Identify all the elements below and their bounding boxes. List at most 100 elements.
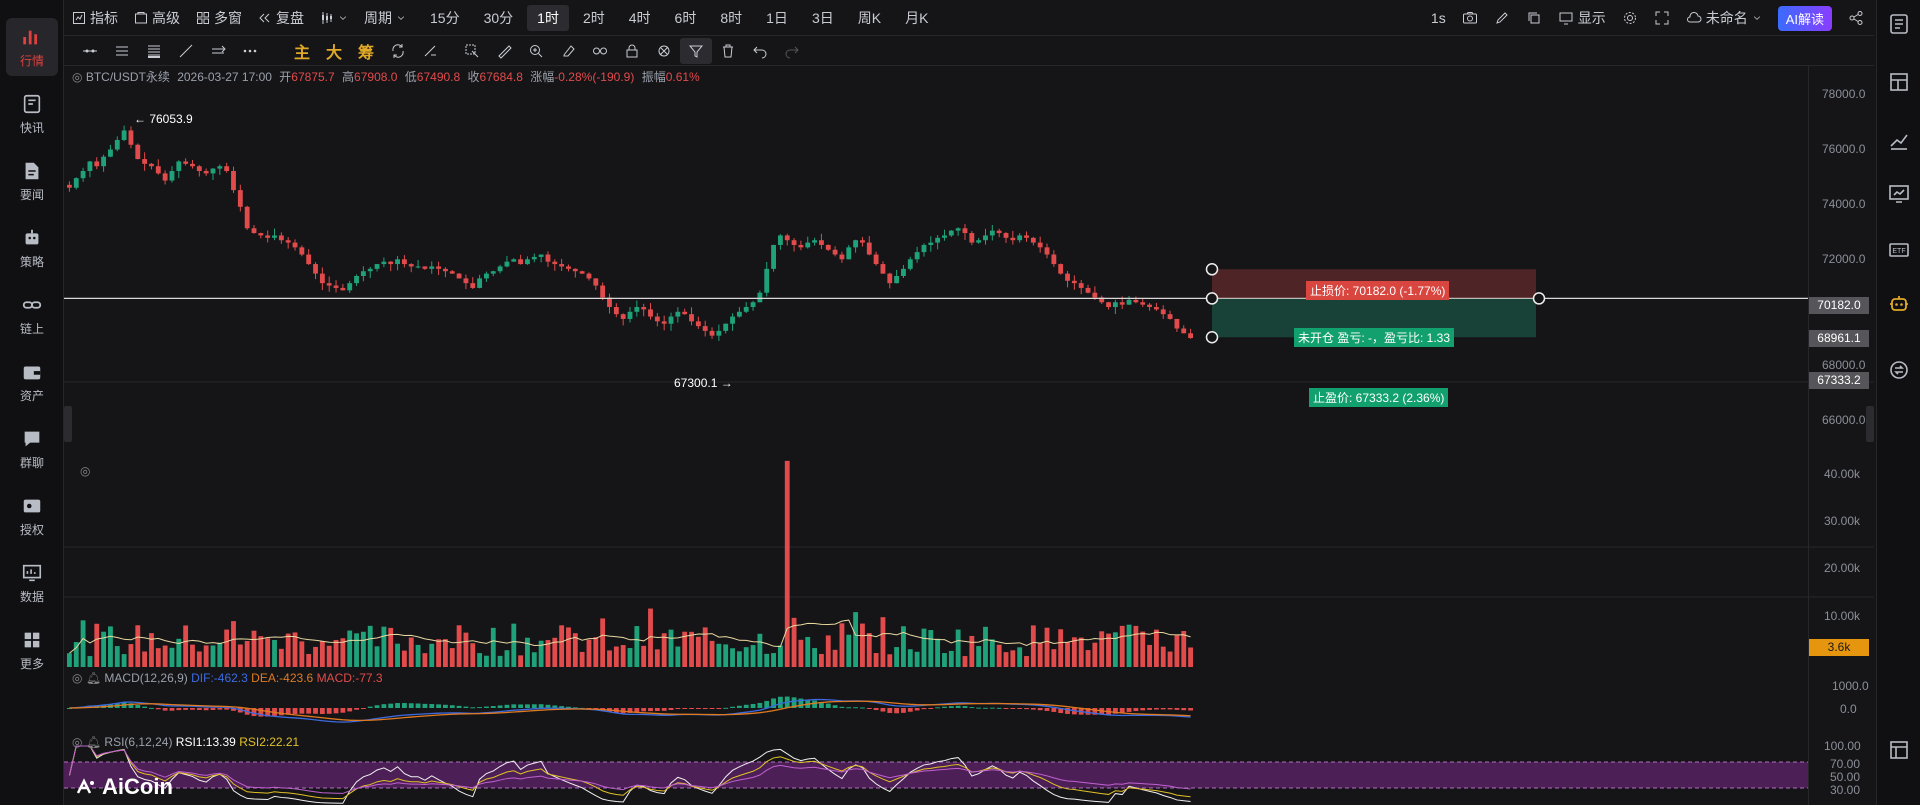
sidebar-item-bar-chart[interactable]: 行情 <box>6 18 58 76</box>
candle <box>866 242 872 255</box>
refresh-rate[interactable]: 1s <box>1431 10 1446 26</box>
bot-icon[interactable] <box>1887 292 1911 316</box>
sidebar-item-robot[interactable]: 策略 <box>6 219 58 277</box>
interval-tab[interactable]: 4时 <box>619 5 661 31</box>
magnet-brush-icon[interactable] <box>414 38 446 64</box>
copy-icon[interactable] <box>1526 10 1542 26</box>
layout-icon[interactable] <box>1887 70 1911 94</box>
volume-bar <box>108 626 113 667</box>
chart-type-button[interactable] <box>312 5 356 31</box>
magnet-icon[interactable] <box>648 38 680 64</box>
macd-histogram-bar <box>736 705 742 708</box>
channel-tool-icon[interactable] <box>202 38 234 64</box>
sidebar-item-document[interactable]: 要闻 <box>6 152 58 210</box>
volume-bar <box>436 639 441 667</box>
interval-tab[interactable]: 1日 <box>756 5 798 31</box>
display-button[interactable]: 显示 <box>1558 8 1606 28</box>
macd-histogram-bar <box>196 708 202 711</box>
interval-tab[interactable]: 2时 <box>573 5 615 31</box>
stop-loss-price-tag: 70182.0 <box>1809 297 1869 314</box>
camera-icon[interactable] <box>1462 10 1478 26</box>
candle <box>743 307 749 312</box>
lock-icon[interactable] <box>616 38 648 64</box>
trash-icon[interactable] <box>712 38 744 64</box>
candle <box>1085 287 1091 293</box>
macd-histogram-bar <box>395 703 400 708</box>
sidebar-item-wallet[interactable]: 资产 <box>6 353 58 411</box>
horizontal-line-tool-icon[interactable] <box>74 38 106 64</box>
interval-tab[interactable]: 6时 <box>665 5 707 31</box>
volume-bar <box>1133 625 1139 667</box>
link-icon[interactable] <box>584 38 616 64</box>
redo-icon[interactable] <box>776 38 808 64</box>
etf-icon[interactable]: ETF <box>1887 238 1911 262</box>
chart-canvas[interactable] <box>64 66 1874 805</box>
chips-button[interactable]: 筹 <box>350 38 382 64</box>
eye-icon[interactable]: ◎ <box>72 735 82 749</box>
volume-bar <box>1188 647 1193 667</box>
eye-icon[interactable]: ◎ <box>72 671 82 685</box>
settings-icon[interactable] <box>1622 10 1638 26</box>
position-label[interactable]: 未开仓 盈亏: -，盈亏比: 1.33 <box>1294 328 1455 347</box>
sidebar-item-news-flash[interactable]: 快讯 <box>6 85 58 143</box>
volume-bar <box>566 627 571 667</box>
chart-area[interactable]: ◎ BTC/USDT永续 2026-03-27 17:00 开67875.7 高… <box>64 66 1874 805</box>
bell-icon[interactable]: 🔔︎ <box>86 671 101 685</box>
parallel-lines-tool-icon[interactable] <box>106 38 138 64</box>
zoom-icon[interactable] <box>520 38 552 64</box>
news-flash-icon <box>23 94 41 113</box>
ruler-icon[interactable] <box>488 38 520 64</box>
multiwindow-button[interactable]: 多窗 <box>188 5 250 31</box>
price-axis[interactable] <box>1808 66 1874 805</box>
exchange-icon[interactable] <box>1887 358 1911 382</box>
eraser-icon[interactable] <box>552 38 584 64</box>
interval-tab[interactable]: 月K <box>895 5 938 31</box>
layout-dropdown[interactable]: 未命名 <box>1686 8 1762 28</box>
share-icon[interactable] <box>1848 10 1864 26</box>
sidebar-item-grid[interactable]: 更多 <box>6 621 58 679</box>
eye-icon[interactable]: ◎ <box>72 70 82 84</box>
orders-icon[interactable] <box>1887 12 1911 36</box>
trend-line-tool-icon[interactable] <box>170 38 202 64</box>
select-tool-icon[interactable] <box>456 38 488 64</box>
left-collapse-handle[interactable] <box>64 406 72 442</box>
volume-bar <box>989 639 995 667</box>
main-force-button[interactable]: 主 <box>286 38 318 64</box>
panel-layout-icon[interactable] <box>1887 738 1911 762</box>
fibonacci-tool-icon[interactable] <box>138 38 170 64</box>
period-dropdown[interactable]: 周期 <box>356 5 414 31</box>
filter-icon[interactable] <box>680 37 712 64</box>
volume-bar <box>613 646 619 667</box>
volume-settings-icon[interactable]: ◎ <box>80 464 90 478</box>
cycle-icon[interactable] <box>382 38 414 64</box>
big-order-button[interactable]: 大 <box>318 38 350 64</box>
interval-tab[interactable]: 周K <box>848 5 891 31</box>
sidebar-item-chat[interactable]: 群聊 <box>6 420 58 478</box>
monitor-chart-icon[interactable] <box>1887 182 1911 206</box>
take-profit-label[interactable]: 止盈价: 67333.2 (2.36%) <box>1309 388 1449 407</box>
sidebar-item-data-monitor[interactable]: 数据 <box>6 554 58 612</box>
macd-histogram-bar <box>648 708 653 712</box>
interval-tab[interactable]: 15分 <box>420 5 470 31</box>
trend-icon[interactable] <box>1887 128 1911 152</box>
sidebar-item-chain[interactable]: 链上 <box>6 286 58 344</box>
more-tools-icon[interactable] <box>234 38 266 64</box>
indicators-button[interactable]: 指标 <box>64 5 126 31</box>
candle <box>880 264 886 274</box>
replay-button[interactable]: 复盘 <box>250 5 312 31</box>
bell-icon[interactable]: 🔔︎ <box>86 735 101 749</box>
interval-tab[interactable]: 1时 <box>527 4 569 31</box>
volume-bar <box>196 651 202 667</box>
stop-loss-label[interactable]: 止损价: 70182.0 (-1.77%) <box>1306 281 1450 300</box>
interval-tab[interactable]: 3日 <box>802 5 844 31</box>
pen-icon[interactable] <box>1494 10 1510 26</box>
interval-tab[interactable]: 30分 <box>474 5 524 31</box>
fullscreen-icon[interactable] <box>1654 10 1670 26</box>
right-collapse-handle[interactable] <box>1866 406 1874 442</box>
undo-icon[interactable] <box>744 38 776 64</box>
advanced-button[interactable]: 高级 <box>126 5 188 31</box>
ai-interpret-button[interactable]: AI解读 <box>1777 5 1832 31</box>
sidebar-item-key[interactable]: 授权 <box>6 487 58 545</box>
multiwindow-label: 多窗 <box>214 9 242 26</box>
interval-tab[interactable]: 8时 <box>710 5 752 31</box>
